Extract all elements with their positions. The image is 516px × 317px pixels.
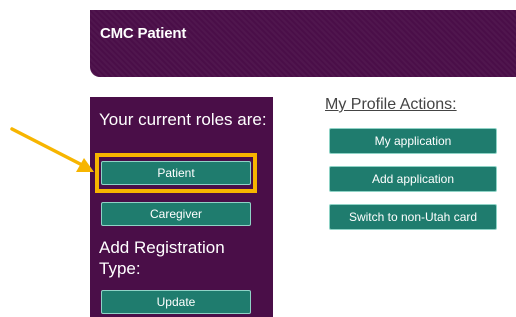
update-button[interactable]: Update: [101, 290, 251, 314]
patient-highlight-box: [95, 153, 257, 193]
roles-panel: Your current roles are: Patient Caregive…: [90, 97, 273, 317]
switch-card-button[interactable]: Switch to non-Utah card: [329, 204, 497, 230]
header-title: CMC Patient: [100, 25, 187, 42]
app-header: CMC Patient: [90, 10, 516, 77]
profile-actions-title: My Profile Actions:: [325, 96, 457, 113]
registration-heading: Add Registration Type:: [99, 238, 225, 278]
caregiver-role-button[interactable]: Caregiver: [101, 202, 251, 226]
annotation-arrow-icon: [10, 127, 94, 172]
roles-heading: Your current roles are:: [99, 110, 267, 129]
add-application-button[interactable]: Add application: [329, 166, 497, 192]
my-application-button[interactable]: My application: [329, 128, 497, 154]
